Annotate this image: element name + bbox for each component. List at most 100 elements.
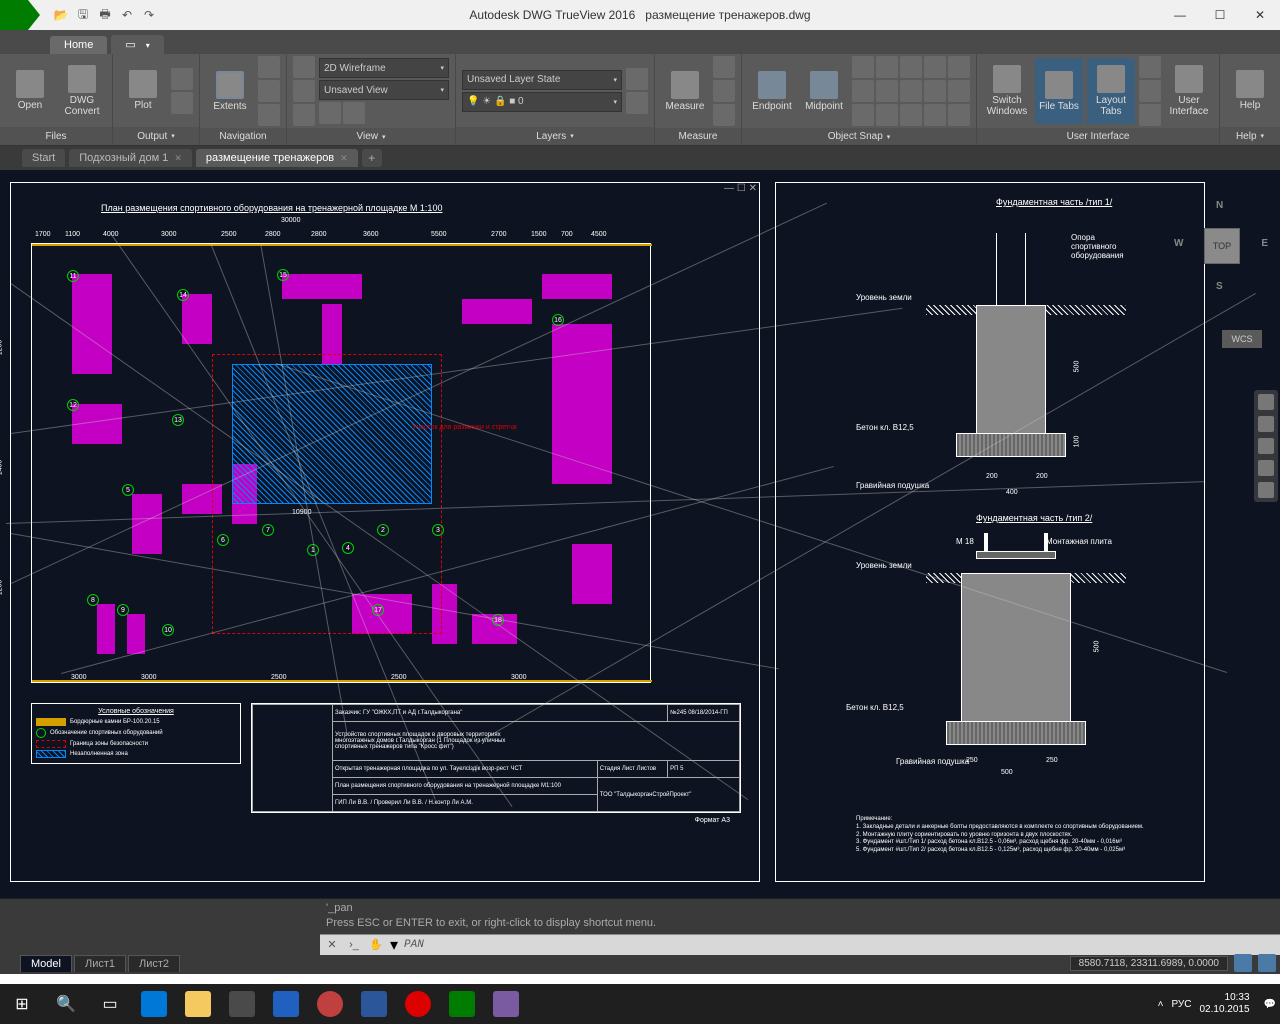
zoom-button[interactable] (258, 104, 280, 126)
app-icon-3[interactable] (484, 984, 528, 1024)
close-button[interactable]: ✕ (1240, 0, 1280, 30)
snap-5[interactable] (948, 56, 970, 78)
app-icon-2[interactable] (308, 984, 352, 1024)
view-small-1[interactable] (319, 102, 341, 124)
measure-s2[interactable] (713, 80, 735, 102)
view-btn-2[interactable] (293, 80, 315, 102)
view-small-2[interactable] (343, 102, 365, 124)
status-btn-2[interactable] (1258, 954, 1276, 972)
export-button[interactable] (171, 92, 193, 114)
tray-up-icon[interactable]: ˄ (1158, 999, 1164, 1010)
viewport-controls[interactable]: — ☐ ✕ (724, 183, 757, 194)
status-btn-1[interactable] (1234, 954, 1252, 972)
search-icon[interactable]: 🔍 (44, 984, 88, 1024)
help-button[interactable]: Help (1226, 58, 1274, 124)
notifications-icon[interactable]: 💬 (1264, 999, 1276, 1010)
switch-windows-button[interactable]: Switch Windows (983, 58, 1031, 124)
cmd-close-icon[interactable]: ✕ (324, 937, 340, 953)
layout-tab-model[interactable]: Model (20, 955, 72, 972)
snap-12[interactable] (876, 104, 898, 126)
ui-s1[interactable] (1139, 56, 1161, 78)
endpoint-button[interactable]: Endpoint (748, 58, 796, 124)
snap-7[interactable] (876, 80, 898, 102)
layout-tab-2[interactable]: Лист2 (128, 955, 180, 972)
qat-undo-icon[interactable]: ↶ (118, 6, 136, 24)
snap-11[interactable] (852, 104, 874, 126)
snap-10[interactable] (948, 80, 970, 102)
pan-button[interactable] (258, 56, 280, 78)
viewport-1[interactable]: — ☐ ✕ План размещения спортивного оборуд… (10, 182, 760, 882)
layer-state-combo[interactable]: Unsaved Layer State▾ (462, 70, 622, 90)
layer-btn-2[interactable] (626, 92, 648, 114)
snap-14[interactable] (924, 104, 946, 126)
lang-indicator[interactable]: РУС (1171, 999, 1191, 1010)
trueview-icon[interactable] (440, 984, 484, 1024)
viewcube[interactable]: N S E W TOP (1182, 206, 1262, 286)
midpoint-button[interactable]: Midpoint (800, 58, 848, 124)
layout-tab-1[interactable]: Лист1 (74, 955, 126, 972)
layer-btn-1[interactable] (626, 68, 648, 90)
drawing-area[interactable]: — ☐ ✕ План размещения спортивного оборуд… (0, 170, 1280, 898)
snap-8[interactable] (900, 80, 922, 102)
clock[interactable]: 10:3302.10.2015 (1199, 992, 1255, 1016)
cmd-chevron-icon[interactable]: ›_ (346, 937, 362, 953)
layer-combo[interactable]: 💡 ☀ 🔒 ■ 0▾ (462, 92, 622, 112)
tab-plugins[interactable]: ▭▾ (111, 35, 163, 54)
snap-3[interactable] (900, 56, 922, 78)
orbit-button[interactable] (258, 80, 280, 102)
open-button[interactable]: Open (6, 58, 54, 124)
taskview-icon[interactable]: ▭ (88, 984, 132, 1024)
start-button[interactable]: ⊞ (0, 984, 44, 1024)
wcs-badge[interactable]: WCS (1222, 330, 1262, 348)
qat-open-icon[interactable]: 📂 (52, 6, 70, 24)
qat-save-icon[interactable]: 🖫 (74, 6, 92, 24)
plot-button[interactable]: Plot (119, 58, 167, 124)
add-tab-button[interactable]: + (362, 149, 382, 167)
viewport-2[interactable]: Фундаментная часть /тип 1/ Уровень земли… (775, 182, 1205, 882)
nav-bar[interactable] (1254, 390, 1278, 502)
nav-zoom-icon[interactable] (1258, 438, 1274, 454)
batch-plot-button[interactable] (171, 68, 193, 90)
measure-button[interactable]: Measure (661, 58, 709, 124)
user-interface-button[interactable]: User Interface (1165, 58, 1213, 124)
minimize-button[interactable]: — (1160, 0, 1200, 30)
measure-s1[interactable] (713, 56, 735, 78)
file-tabs-button[interactable]: File Tabs (1035, 58, 1083, 124)
word-icon[interactable] (352, 984, 396, 1024)
tab-home[interactable]: Home (50, 36, 107, 54)
view-btn-1[interactable] (293, 56, 315, 78)
maximize-button[interactable]: ☐ (1200, 0, 1240, 30)
tc-icon[interactable] (264, 984, 308, 1024)
snap-6[interactable] (852, 80, 874, 102)
app-icon[interactable] (0, 0, 40, 30)
nav-wheel-icon[interactable] (1258, 394, 1274, 410)
measure-s3[interactable] (713, 104, 735, 126)
command-input[interactable] (404, 939, 1276, 951)
nav-showmotion-icon[interactable] (1258, 482, 1274, 498)
view-btn-3[interactable] (293, 104, 315, 126)
snap-2[interactable] (876, 56, 898, 78)
snap-13[interactable] (900, 104, 922, 126)
snap-15[interactable] (948, 104, 970, 126)
edge-icon[interactable] (132, 984, 176, 1024)
named-view-combo[interactable]: Unsaved View▾ (319, 80, 449, 100)
dwg-convert-button[interactable]: DWG Convert (58, 58, 106, 124)
snap-1[interactable] (852, 56, 874, 78)
ui-s2[interactable] (1139, 80, 1161, 102)
explorer-icon[interactable] (176, 984, 220, 1024)
visual-style-combo[interactable]: 2D Wireframe▾ (319, 58, 449, 78)
file-tab-3[interactable]: размещение тренажеров✕ (196, 149, 358, 167)
extents-button[interactable]: Extents (206, 58, 254, 124)
file-tab-start[interactable]: Start (22, 149, 65, 167)
file-tab-2[interactable]: Подхозный дом 1✕ (69, 149, 192, 167)
store-icon[interactable] (220, 984, 264, 1024)
yandex-icon[interactable] (396, 984, 440, 1024)
layout-tabs-button[interactable]: Layout Tabs (1087, 58, 1135, 124)
ui-s3[interactable] (1139, 104, 1161, 126)
nav-orbit-icon[interactable] (1258, 460, 1274, 476)
qat-plot-icon[interactable]: 🖶 (96, 6, 114, 24)
qat-redo-icon[interactable]: ↷ (140, 6, 158, 24)
nav-pan-icon[interactable] (1258, 416, 1274, 432)
snap-9[interactable] (924, 80, 946, 102)
snap-4[interactable] (924, 56, 946, 78)
